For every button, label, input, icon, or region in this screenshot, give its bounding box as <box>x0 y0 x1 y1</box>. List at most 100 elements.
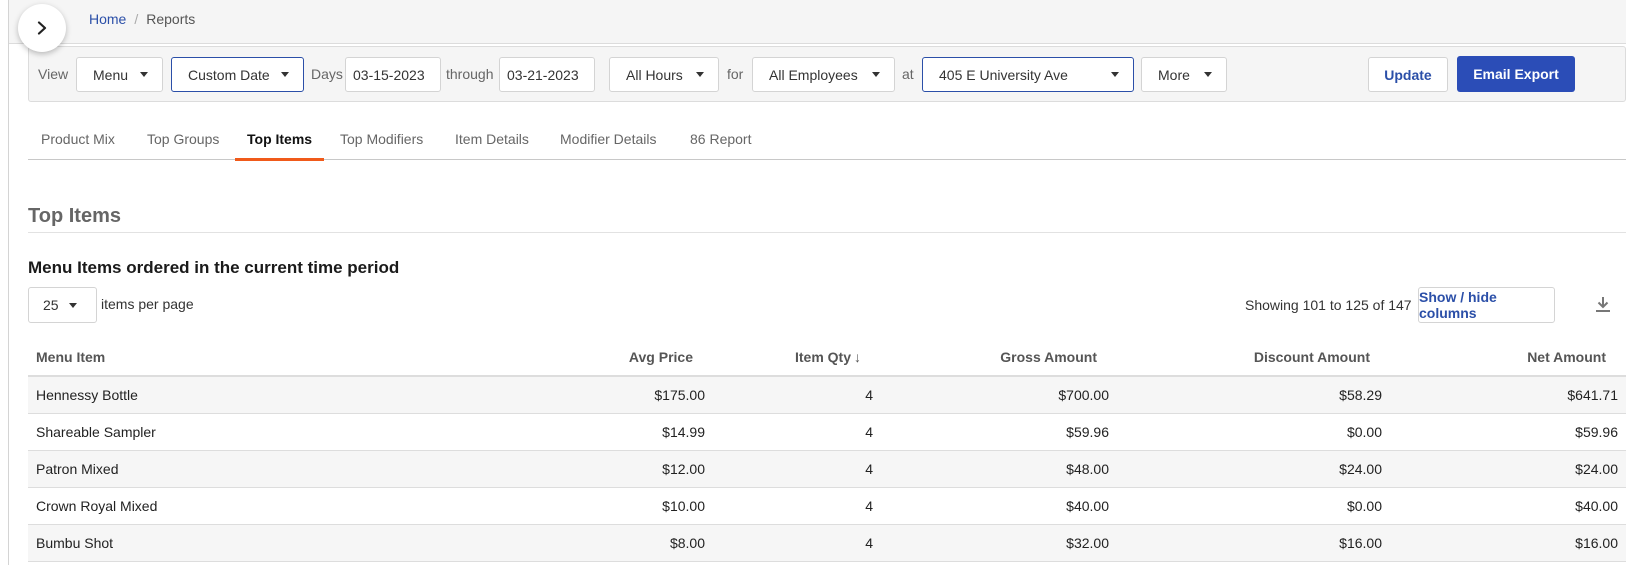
location-value: 405 E University Ave <box>939 66 1068 83</box>
column-header-net-amount[interactable]: Net Amount <box>1390 339 1626 377</box>
date-range-select[interactable]: Custom Date <box>171 57 304 92</box>
table-row[interactable]: Patron Mixed $12.00 4 $48.00 $24.00 $24.00 <box>28 450 1626 488</box>
caret-down-icon <box>696 72 704 77</box>
breadcrumb-current: Reports <box>146 11 196 27</box>
cell-avg-price: $14.99 <box>528 413 713 451</box>
tab-top-items[interactable]: Top Items <box>234 131 325 161</box>
start-date-value: 03-15-2023 <box>353 66 425 83</box>
cell-item-qty: 4 <box>713 413 881 451</box>
column-header-menu-item[interactable]: Menu Item <box>28 339 528 377</box>
cell-item-qty: 4 <box>713 487 881 525</box>
show-hide-columns-button[interactable]: Show / hide columns <box>1418 287 1555 323</box>
cell-gross-amount: $48.00 <box>881 450 1117 488</box>
breadcrumb-home-link[interactable]: Home <box>89 11 126 27</box>
left-rail <box>0 0 9 565</box>
filter-bar: View Menu Custom Date Days 03-15-2023 th… <box>28 46 1626 102</box>
tab-top-groups[interactable]: Top Groups <box>147 131 219 160</box>
arrow-down-icon: ↓ <box>854 349 861 365</box>
tab-modifier-details[interactable]: Modifier Details <box>560 131 656 160</box>
date-range-value: Custom Date <box>188 66 270 83</box>
items-per-page-select[interactable]: 25 <box>28 287 97 323</box>
caret-down-icon <box>1111 72 1119 77</box>
cell-menu-item: Patron Mixed <box>28 450 528 488</box>
tab-product-mix[interactable]: Product Mix <box>41 131 115 160</box>
caret-down-icon <box>140 72 148 77</box>
location-select[interactable]: 405 E University Ave <box>922 57 1134 92</box>
cell-net-amount: $641.71 <box>1390 376 1626 414</box>
tab-item-details[interactable]: Item Details <box>455 131 529 160</box>
cell-net-amount: $59.96 <box>1390 413 1626 451</box>
view-select[interactable]: Menu <box>76 57 163 92</box>
hours-select[interactable]: All Hours <box>609 57 719 92</box>
expand-sidebar-button[interactable] <box>18 4 66 52</box>
cell-avg-price: $12.00 <box>528 450 713 488</box>
column-header-gross-amount[interactable]: Gross Amount <box>881 339 1117 377</box>
cell-discount-amount: $16.00 <box>1117 524 1390 562</box>
caret-down-icon <box>1204 72 1212 77</box>
tab-86-report[interactable]: 86 Report <box>690 131 751 160</box>
report-tabs: Product Mix Top Groups Top Items Top Mod… <box>28 118 1626 161</box>
caret-down-icon <box>68 302 77 308</box>
employees-value: All Employees <box>769 66 858 83</box>
cell-discount-amount: $0.00 <box>1117 487 1390 525</box>
cell-discount-amount: $58.29 <box>1117 376 1390 414</box>
for-label: for <box>727 66 744 82</box>
cell-discount-amount: $24.00 <box>1117 450 1390 488</box>
more-label: More <box>1158 66 1190 83</box>
caret-down-icon <box>281 72 289 77</box>
pagination-status: Showing 101 to 125 of 147 <box>1245 297 1412 313</box>
email-export-button[interactable]: Email Export <box>1457 56 1575 92</box>
cell-menu-item: Hennessy Bottle <box>28 376 528 414</box>
table-header-row: Menu Item Avg Price Item Qty ↓ Gross Amou… <box>28 339 1626 377</box>
cell-item-qty: 4 <box>713 524 881 562</box>
cell-gross-amount: $700.00 <box>881 376 1117 414</box>
section-subtitle: Menu Items ordered in the current time p… <box>28 258 400 277</box>
caret-down-icon <box>872 72 880 77</box>
items-per-page-value: 25 <box>43 297 59 313</box>
start-date-input[interactable]: 03-15-2023 <box>345 57 441 92</box>
cell-avg-price: $8.00 <box>528 524 713 562</box>
breadcrumb: Home / Reports <box>89 11 195 27</box>
column-header-avg-price[interactable]: Avg Price <box>528 339 713 377</box>
cell-avg-price: $10.00 <box>528 487 713 525</box>
cell-item-qty: 4 <box>713 376 881 414</box>
column-header-discount-amount[interactable]: Discount Amount <box>1117 339 1390 377</box>
at-label: at <box>902 66 914 82</box>
download-icon[interactable] <box>1595 296 1611 314</box>
cell-avg-price: $175.00 <box>528 376 713 414</box>
cell-gross-amount: $59.96 <box>881 413 1117 451</box>
end-date-input[interactable]: 03-21-2023 <box>499 57 595 92</box>
update-button[interactable]: Update <box>1368 57 1448 92</box>
table-row[interactable]: Bumbu Shot $8.00 4 $32.00 $16.00 $16.00 <box>28 524 1626 562</box>
cell-menu-item: Crown Royal Mixed <box>28 487 528 525</box>
more-select[interactable]: More <box>1141 57 1227 92</box>
top-bar: Home / Reports <box>9 0 1626 44</box>
table-row[interactable]: Shareable Sampler $14.99 4 $59.96 $0.00 $59.9… <box>28 413 1626 451</box>
view-label: View <box>38 66 69 82</box>
view-select-value: Menu <box>93 66 129 83</box>
table-row[interactable]: Hennessy Bottle $175.00 4 $700.00 $58.29 $641… <box>28 376 1626 414</box>
cell-gross-amount: $40.00 <box>881 487 1117 525</box>
employees-select[interactable]: All Employees <box>752 57 895 92</box>
items-per-page-label: items per page <box>101 296 194 312</box>
table-row[interactable]: Crown Royal Mixed $10.00 4 $40.00 $0.00 $40.0… <box>28 487 1626 525</box>
cell-item-qty: 4 <box>713 450 881 488</box>
cell-menu-item: Shareable Sampler <box>28 413 528 451</box>
cell-net-amount: $16.00 <box>1390 524 1626 562</box>
top-items-table: Menu Item Avg Price Item Qty ↓ Gross Amou… <box>28 339 1626 562</box>
through-label: through <box>446 66 494 82</box>
end-date-value: 03-21-2023 <box>507 66 579 83</box>
cell-gross-amount: $32.00 <box>881 524 1117 562</box>
hours-value: All Hours <box>626 66 683 83</box>
cell-discount-amount: $0.00 <box>1117 413 1390 451</box>
section-title: Top Items <box>28 205 121 227</box>
tab-top-modifiers[interactable]: Top Modifiers <box>340 131 423 160</box>
cell-menu-item: Bumbu Shot <box>28 524 528 562</box>
column-header-item-qty[interactable]: Item Qty ↓ <box>713 339 881 377</box>
item-qty-label: Item Qty <box>794 349 851 365</box>
breadcrumb-separator: / <box>134 11 139 27</box>
cell-net-amount: $24.00 <box>1390 450 1626 488</box>
chevron-right-icon <box>37 21 47 35</box>
days-label: Days <box>311 66 343 82</box>
cell-net-amount: $40.00 <box>1390 487 1626 525</box>
